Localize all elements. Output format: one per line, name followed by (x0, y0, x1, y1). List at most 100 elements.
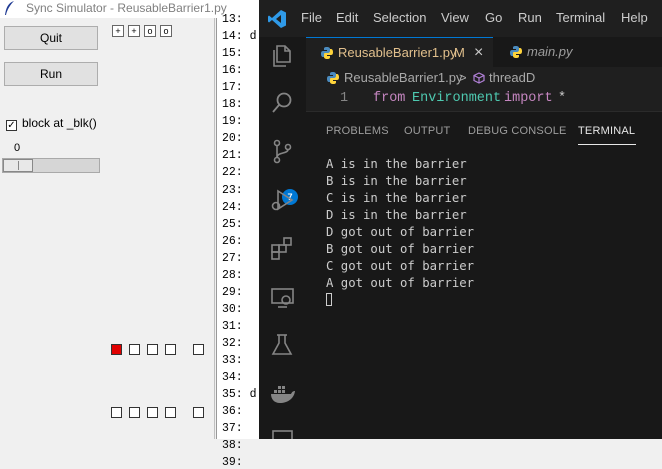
menu-edit[interactable]: Edit (336, 10, 358, 25)
panel-divider (214, 18, 215, 439)
code-line: 35: d (222, 388, 257, 402)
code-line: 29: (222, 285, 243, 299)
code-line: 27: (222, 251, 243, 265)
source-control-icon[interactable] (269, 138, 296, 165)
terminal-line: D got out of barrier (326, 225, 475, 239)
vscode-window: File Edit Selection View Go Run Terminal… (259, 0, 662, 439)
breadcrumb-symbol[interactable]: threadD (489, 70, 535, 85)
simulator-window-title: Sync Simulator - ReusableBarrier1.py (26, 1, 227, 15)
thread-state-box (111, 407, 122, 418)
tab-label: ReusableBarrier1.py (338, 45, 457, 60)
menu-help[interactable]: Help (621, 10, 648, 25)
vscode-titlebar: File Edit Selection View Go Run Terminal… (259, 0, 662, 37)
close-tab-icon[interactable]: × (474, 38, 483, 68)
tab-reusablebarrier1[interactable]: ReusableBarrier1.py M × (306, 37, 493, 67)
slider-thumb[interactable] (3, 159, 33, 172)
terminal-line: D is in the barrier (326, 208, 467, 222)
run-debug-icon[interactable] (269, 187, 296, 214)
symbol-class-icon (473, 72, 485, 84)
code-line: 37: (222, 422, 243, 436)
menu-file[interactable]: File (301, 10, 322, 25)
import-star: * (558, 91, 567, 106)
search-icon[interactable] (269, 89, 296, 116)
docker-icon[interactable] (269, 381, 296, 408)
menu-terminal[interactable]: Terminal (556, 10, 605, 25)
code-line: 33: (222, 354, 243, 367)
vscode-logo-icon (268, 10, 286, 28)
add-button[interactable]: + (112, 25, 124, 37)
code-line: 16: (222, 64, 243, 78)
code-line: 30: (222, 302, 243, 316)
checkbox-mark-icon[interactable]: ✓ (6, 120, 17, 131)
terminal-line: B got out of barrier (326, 242, 475, 256)
code-line: 18: (222, 98, 243, 112)
thread-state-box (165, 344, 176, 355)
code-line: 15: (222, 47, 243, 61)
terminal-line: C is in the barrier (326, 191, 467, 205)
speed-slider[interactable] (2, 158, 100, 173)
block-checkbox-label: block at _blk() (22, 116, 97, 130)
code-line: 23: (222, 183, 243, 197)
menu-selection[interactable]: Selection (373, 10, 426, 25)
code-line: 14: d (222, 30, 257, 44)
menu-go[interactable]: Go (485, 10, 502, 25)
panel-icon[interactable] (269, 427, 296, 439)
terminal-line: A got out of barrier (326, 276, 475, 290)
thread-state-active (111, 344, 122, 355)
terminal-cursor (326, 293, 332, 306)
code-line: 20: (222, 132, 243, 146)
terminal-line: C got out of barrier (326, 259, 475, 273)
tab-problems[interactable]: PROBLEMS (326, 125, 389, 137)
code-editor[interactable]: 1 from Environment import * (306, 89, 662, 111)
keyword-import: import (504, 91, 553, 106)
code-line: 25: (222, 217, 243, 231)
option-button[interactable]: o (160, 25, 172, 37)
modified-indicator: M (454, 45, 465, 60)
code-line: 36: (222, 405, 243, 419)
editor-tabs: ReusableBarrier1.py M × main.py (306, 37, 662, 67)
thread-state-box (193, 407, 204, 418)
tab-debug-console[interactable]: DEBUG CONSOLE (468, 125, 567, 137)
active-tab-underline (578, 144, 636, 145)
code-line: 32: (222, 336, 243, 350)
menu-run[interactable]: Run (518, 10, 542, 25)
control-panel: Quit Run ✓ block at _blk() 0 (0, 18, 106, 439)
breadcrumb-file[interactable]: ReusableBarrier1.py (344, 70, 463, 85)
module-name: Environment (412, 91, 502, 106)
menu-view[interactable]: View (441, 10, 469, 25)
breadcrumb: ReusableBarrier1.py > threadD (306, 67, 662, 89)
thread-state-box (147, 344, 158, 355)
code-line: 39: (222, 456, 243, 469)
python-file-icon (321, 47, 333, 59)
line-number: 1 (340, 91, 349, 106)
block-at-blk-checkbox[interactable]: ✓ block at _blk() (6, 116, 97, 131)
python-file-icon (510, 46, 522, 58)
thread-state-box (129, 344, 140, 355)
thread-state-box (147, 407, 158, 418)
tab-output[interactable]: OUTPUT (404, 125, 450, 137)
scale-value: 0 (14, 142, 21, 154)
code-line: 28: (222, 268, 243, 282)
code-line: 24: (222, 200, 243, 214)
bottom-panel: PROBLEMS OUTPUT DEBUG CONSOLE TERMINAL A… (306, 111, 662, 439)
tab-main-py[interactable]: main.py (493, 37, 603, 67)
quit-button[interactable]: Quit (4, 26, 98, 50)
activity-bar: 7 (259, 37, 306, 439)
tab-terminal[interactable]: TERMINAL (578, 125, 635, 137)
option-button[interactable]: o (144, 25, 156, 37)
add-button[interactable]: + (128, 25, 140, 37)
extensions-icon[interactable] (269, 235, 296, 262)
code-line: 38: (222, 439, 243, 453)
testing-icon[interactable] (269, 332, 296, 359)
remote-explorer-icon[interactable] (269, 284, 296, 311)
source-code-pane[interactable]: 13: 14: d 15: 16: 17: 18: 19: 20: 21: 22: 23: 24: 25… (216, 13, 261, 469)
thread-panel: + + o o (106, 18, 216, 439)
breadcrumb-separator: > (459, 70, 467, 85)
code-line: 22: (222, 166, 243, 180)
code-line: 19: (222, 115, 243, 129)
thread-state-box (129, 407, 140, 418)
terminal[interactable]: A is in the barrier B is in the barrier … (306, 152, 662, 439)
explorer-icon[interactable] (269, 42, 296, 69)
run-button[interactable]: Run (4, 62, 98, 86)
thread-state-box (193, 344, 204, 355)
